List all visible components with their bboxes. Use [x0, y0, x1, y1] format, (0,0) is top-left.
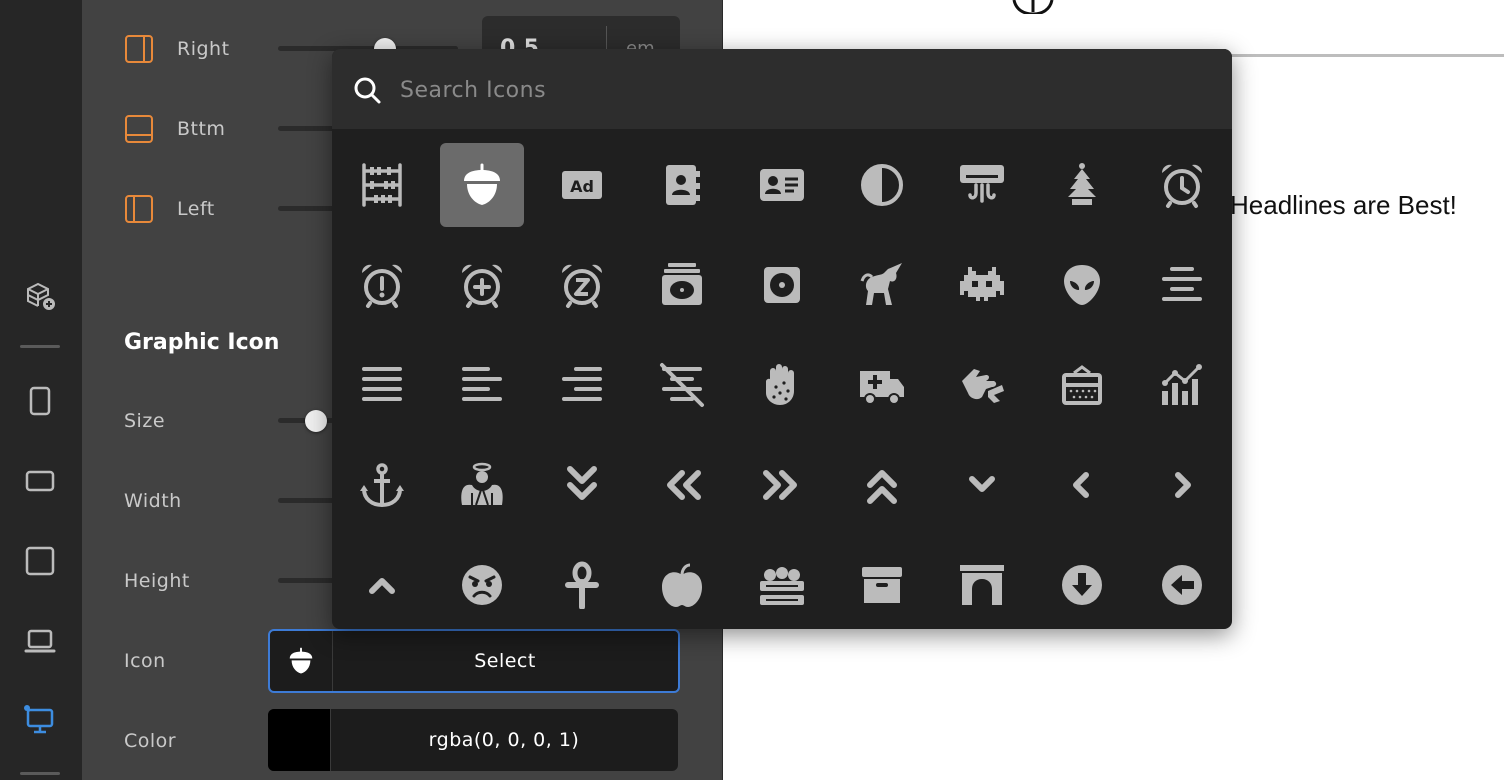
archway-icon[interactable] [932, 535, 1032, 629]
desktop-icon[interactable] [22, 702, 58, 738]
angle-up-icon[interactable] [332, 535, 432, 629]
alarm-snooze-icon[interactable] [532, 235, 632, 335]
angel-icon[interactable] [432, 435, 532, 535]
ankh-icon[interactable] [532, 535, 632, 629]
side-label-left: Left [177, 198, 215, 220]
left-slider-track[interactable] [278, 206, 338, 211]
icon-label: Icon [124, 650, 166, 672]
analytics-icon[interactable] [1132, 335, 1232, 435]
air-freshener-icon[interactable] [1032, 135, 1132, 235]
alarm-clock-icon[interactable] [1132, 135, 1232, 235]
american-sign-language-icon[interactable] [932, 335, 1032, 435]
icon-preview [270, 631, 333, 691]
arrow-alt-circle-left-icon[interactable] [1132, 535, 1232, 629]
icon-picker-popup: Ad [332, 49, 1232, 629]
color-swatch[interactable] [268, 709, 331, 771]
width-slider-track[interactable] [278, 498, 338, 503]
width-label: Width [124, 490, 182, 512]
align-right-icon[interactable] [532, 335, 632, 435]
height-label: Height [124, 570, 190, 592]
border-left-icon [125, 195, 153, 223]
icon-select-field[interactable]: Select [268, 629, 680, 693]
alarm-exclamation-icon[interactable] [332, 235, 432, 335]
search-icon [354, 77, 381, 104]
address-book-icon[interactable] [632, 135, 732, 235]
angle-double-up-icon[interactable] [832, 435, 932, 535]
anchor-icon[interactable] [332, 435, 432, 535]
height-slider-track[interactable] [278, 578, 338, 583]
rail-divider [20, 345, 60, 348]
align-justify-icon[interactable] [332, 335, 432, 435]
svg-text:Ad: Ad [570, 177, 594, 196]
laptop-icon[interactable] [22, 623, 58, 659]
angle-double-left-icon[interactable] [632, 435, 732, 535]
tablet-landscape-icon[interactable] [22, 463, 58, 499]
angle-double-down-icon[interactable] [532, 435, 632, 535]
section-title: Graphic Icon [124, 330, 280, 355]
allergies-icon[interactable] [732, 335, 832, 435]
angry-icon[interactable] [432, 535, 532, 629]
abacus-icon[interactable] [332, 135, 432, 235]
size-slider-knob[interactable] [305, 410, 327, 432]
icon-grid: Ad [332, 135, 1232, 629]
apple-alt-icon[interactable] [632, 535, 732, 629]
align-slash-icon[interactable] [632, 335, 732, 435]
angle-right-icon[interactable] [1132, 435, 1232, 535]
adjust-icon[interactable] [832, 135, 932, 235]
align-center-icon[interactable] [1132, 235, 1232, 335]
square-device-icon[interactable] [22, 543, 58, 579]
acorn-icon[interactable] [432, 135, 532, 235]
ambulance-icon[interactable] [832, 335, 932, 435]
angle-down-icon[interactable] [932, 435, 1032, 535]
album-collection-icon[interactable] [632, 235, 732, 335]
angle-left-icon[interactable] [1032, 435, 1132, 535]
size-label: Size [124, 410, 166, 432]
side-label-right: Right [177, 38, 230, 60]
rail-divider [20, 772, 60, 775]
address-card-icon[interactable] [732, 135, 832, 235]
add-component-icon[interactable] [22, 278, 58, 314]
bottom-slider-track[interactable] [278, 126, 338, 131]
apple-crate-icon[interactable] [732, 535, 832, 629]
icon-search-bar [332, 49, 1232, 129]
amp-guitar-icon[interactable] [1032, 335, 1132, 435]
archive-icon[interactable] [832, 535, 932, 629]
device-rail [0, 0, 82, 780]
preview-graphic-icon [1012, 0, 1054, 14]
acorn-icon [289, 647, 313, 674]
album-icon[interactable] [732, 235, 832, 335]
color-field[interactable]: rgba(0, 0, 0, 1) [268, 709, 678, 771]
icon-select-button[interactable]: Select [332, 631, 678, 691]
ad-icon[interactable]: Ad [532, 135, 632, 235]
tablet-icon[interactable] [22, 383, 58, 419]
angle-double-right-icon[interactable] [732, 435, 832, 535]
alicorn-icon[interactable] [832, 235, 932, 335]
alarm-plus-icon[interactable] [432, 235, 532, 335]
air-conditioner-icon[interactable] [932, 135, 1032, 235]
border-right-icon [125, 35, 153, 63]
color-label: Color [124, 730, 177, 752]
border-bottom-icon [125, 115, 153, 143]
icon-search-input[interactable] [398, 69, 1182, 111]
align-left-icon[interactable] [432, 335, 532, 435]
color-value[interactable]: rgba(0, 0, 0, 1) [330, 709, 678, 771]
alien-icon[interactable] [1032, 235, 1132, 335]
side-label-bottom: Bttm [177, 118, 226, 140]
arrow-alt-circle-down-icon[interactable] [1032, 535, 1132, 629]
alien-monster-icon[interactable] [932, 235, 1032, 335]
preview-headline: Headlines are Best! [1230, 190, 1457, 220]
